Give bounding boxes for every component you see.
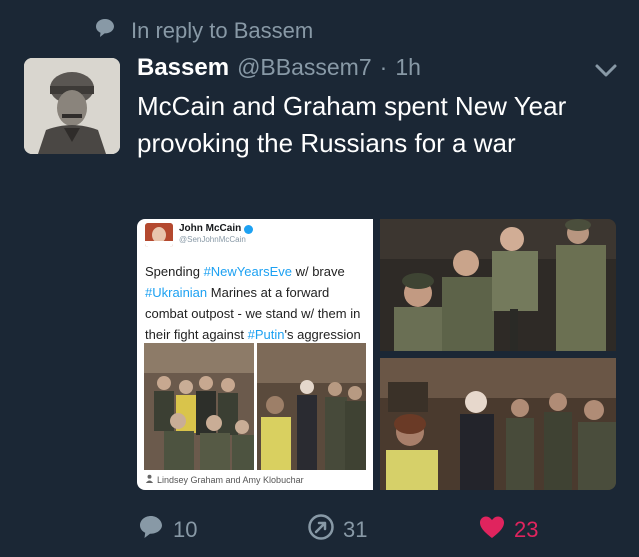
embed-avatar <box>145 223 173 247</box>
retweet-count: 31 <box>343 517 368 542</box>
photo-mccain[interactable] <box>380 358 616 490</box>
embedded-tweet-image[interactable]: John McCain @SenJohnMcCain Spending #New… <box>137 219 373 490</box>
tweet-header: Bassem @BBassem7 · 1h <box>137 54 421 82</box>
hashtag: #NewYearsEve <box>203 264 292 279</box>
speech-bubble-icon <box>93 16 117 46</box>
retweet-icon <box>307 513 335 547</box>
embed-text-part: Spending <box>145 264 204 279</box>
like-count: 23 <box>514 517 539 542</box>
heart-icon <box>478 513 506 547</box>
avatar[interactable] <box>24 58 120 154</box>
separator: · <box>379 54 388 80</box>
hashtag: #Putin <box>247 327 285 342</box>
timestamp[interactable]: 1h <box>395 54 421 81</box>
embed-author: John McCain <box>179 223 254 235</box>
embed-handle: @SenJohnMcCain <box>179 235 246 244</box>
tweet-actions: 10 31 23 <box>0 513 639 545</box>
like-button[interactable]: 23 <box>478 513 538 547</box>
embed-photo-left <box>144 343 254 470</box>
author-handle[interactable]: @BBassem7 <box>237 54 372 81</box>
tweet-text: McCain and Graham spent New Year provoki… <box>137 91 567 158</box>
embed-caption: Lindsey Graham and Amy Klobuchar <box>145 474 304 485</box>
reply-button[interactable]: 10 <box>137 513 197 547</box>
embed-text: Spending #NewYearsEve w/ brave #Ukrainia… <box>145 261 365 345</box>
photo-soldiers[interactable] <box>380 219 616 351</box>
media-grid[interactable]: John McCain @SenJohnMcCain Spending #New… <box>137 219 616 490</box>
embed-text-part: w/ brave <box>291 264 345 279</box>
embed-caption-text: Lindsey Graham and Amy Klobuchar <box>157 474 304 485</box>
author-name[interactable]: Bassem <box>137 54 229 82</box>
reply-count: 10 <box>173 517 198 542</box>
hashtag: #Ukrainian <box>145 285 208 300</box>
reply-icon <box>137 513 165 547</box>
embed-photos <box>144 343 366 470</box>
embed-text-part: 's aggression <box>284 327 361 342</box>
embed-header: John McCain @SenJohnMcCain <box>145 223 254 247</box>
person-icon <box>145 474 154 485</box>
retweet-button[interactable]: 31 <box>307 513 367 547</box>
reply-context[interactable]: In reply to Bassem <box>93 16 313 46</box>
embed-author-name: John McCain <box>179 223 242 234</box>
verified-icon <box>244 224 254 234</box>
embed-photo-right <box>257 343 366 470</box>
reply-context-text: In reply to Bassem <box>131 18 314 43</box>
chevron-down-icon[interactable] <box>594 62 618 80</box>
